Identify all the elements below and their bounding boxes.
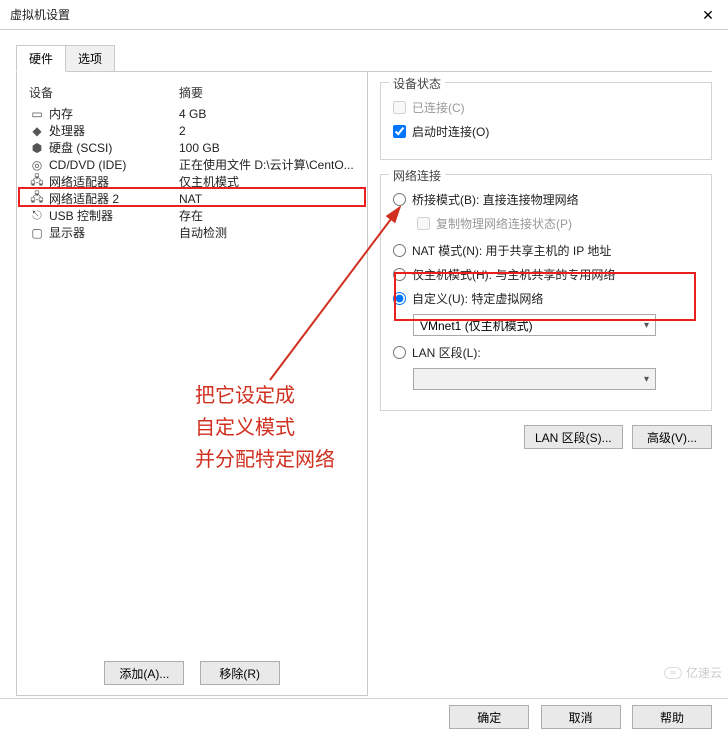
annotation-line1: 把它设定成 [195, 380, 335, 412]
device-row-memory[interactable]: ▭ 内存 4 GB [17, 105, 367, 122]
header-summary: 摘要 [179, 84, 367, 101]
device-name: 显示器 [49, 224, 179, 241]
display-icon: ▢ [29, 226, 45, 240]
device-name: 内存 [49, 105, 179, 122]
memory-icon: ▭ [29, 107, 45, 121]
device-row-net1[interactable]: 🖧 网络适配器 仅主机模式 [17, 173, 367, 190]
device-row-net2[interactable]: 🖧 网络适配器 2 NAT [17, 190, 367, 207]
tab-strip: 硬件选项 [0, 30, 728, 71]
custom-network-dropdown[interactable]: VMnet1 (仅主机模式) ▾ [413, 314, 656, 336]
add-button[interactable]: 添加(A)... [104, 661, 184, 685]
connected-checkbox [393, 101, 406, 114]
device-summary: 100 GB [179, 141, 367, 155]
dialog-footer: 确定 取消 帮助 [0, 698, 728, 737]
nat-label: NAT 模式(N): 用于共享主机的 IP 地址 [412, 242, 611, 259]
close-icon[interactable]: ✕ [688, 0, 728, 30]
custom-network-value: VMnet1 (仅主机模式) [420, 317, 533, 334]
replicate-checkbox-row: 复制物理网络连接状态(P) [417, 215, 699, 232]
connected-checkbox-row[interactable]: 已连接(C) [393, 99, 699, 116]
poweron-label: 启动时连接(O) [412, 123, 489, 140]
content-area: 设备 摘要 ▭ 内存 4 GB ◆ 处理器 2 ⬢ 硬盘 (SCSI) 100 … [0, 72, 728, 696]
device-summary: 2 [179, 124, 367, 138]
poweron-checkbox[interactable] [393, 125, 406, 138]
device-summary: 自动检测 [179, 224, 367, 241]
window-title: 虚拟机设置 [10, 6, 70, 23]
advanced-button[interactable]: 高级(V)... [632, 425, 712, 449]
device-summary: 正在使用文件 D:\云计算\CentO... [179, 156, 367, 173]
title-bar: 虚拟机设置 ✕ [0, 0, 728, 30]
device-status-group: 设备状态 已连接(C) 启动时连接(O) [380, 82, 712, 160]
replicate-label: 复制物理网络连接状态(P) [436, 215, 572, 232]
annotation-text: 把它设定成 自定义模式 并分配特定网络 [195, 380, 335, 476]
device-name: 网络适配器 [49, 173, 179, 190]
bridged-radio-row[interactable]: 桥接模式(B): 直接连接物理网络 [393, 191, 699, 208]
device-header-row: 设备 摘要 [17, 82, 367, 105]
device-summary: NAT [179, 192, 367, 206]
bridged-radio[interactable] [393, 193, 406, 206]
watermark: ∞ 亿速云 [664, 664, 722, 681]
cpu-icon: ◆ [29, 124, 45, 138]
nat-radio-row[interactable]: NAT 模式(N): 用于共享主机的 IP 地址 [393, 242, 699, 259]
poweron-checkbox-row[interactable]: 启动时连接(O) [393, 123, 699, 140]
tab-options[interactable]: 选项 [66, 45, 115, 72]
device-row-disk[interactable]: ⬢ 硬盘 (SCSI) 100 GB [17, 139, 367, 156]
replicate-checkbox [417, 217, 430, 230]
custom-radio[interactable] [393, 292, 406, 305]
device-summary: 仅主机模式 [179, 173, 367, 190]
disk-icon: ⬢ [29, 141, 45, 155]
hostonly-radio[interactable] [393, 268, 406, 281]
hostonly-label: 仅主机模式(H): 与主机共享的专用网络 [412, 266, 615, 283]
lan-segments-button[interactable]: LAN 区段(S)... [524, 425, 623, 449]
remove-button[interactable]: 移除(R) [200, 661, 280, 685]
chevron-down-icon: ▾ [644, 320, 649, 331]
device-status-title: 设备状态 [389, 75, 445, 92]
network-buttons-row: LAN 区段(S)... 高级(V)... [380, 425, 712, 449]
device-row-usb[interactable]: ⎋ USB 控制器 存在 [17, 207, 367, 224]
help-button[interactable]: 帮助 [632, 705, 712, 729]
device-row-cpu[interactable]: ◆ 处理器 2 [17, 122, 367, 139]
device-name: USB 控制器 [49, 207, 179, 224]
device-summary: 存在 [179, 207, 367, 224]
nat-radio[interactable] [393, 244, 406, 257]
custom-label: 自定义(U): 特定虚拟网络 [412, 290, 543, 307]
watermark-text: 亿速云 [686, 664, 722, 681]
ok-button[interactable]: 确定 [449, 705, 529, 729]
tab-hardware[interactable]: 硬件 [16, 45, 66, 72]
annotation-line3: 并分配特定网络 [195, 444, 335, 476]
bridged-label: 桥接模式(B): 直接连接物理网络 [412, 191, 579, 208]
lan-dropdown: ▾ [413, 368, 656, 390]
device-buttons-row: 添加(A)... 移除(R) [17, 661, 367, 685]
device-row-cd[interactable]: ◎ CD/DVD (IDE) 正在使用文件 D:\云计算\CentO... [17, 156, 367, 173]
network-group: 网络连接 桥接模式(B): 直接连接物理网络 复制物理网络连接状态(P) NAT… [380, 174, 712, 411]
settings-panel: 设备状态 已连接(C) 启动时连接(O) 网络连接 桥接模式(B): 直接连接物… [380, 72, 712, 696]
lan-radio[interactable] [393, 346, 406, 359]
network-title: 网络连接 [389, 167, 445, 184]
hostonly-radio-row[interactable]: 仅主机模式(H): 与主机共享的专用网络 [393, 266, 699, 283]
connected-label: 已连接(C) [412, 99, 465, 116]
custom-radio-row[interactable]: 自定义(U): 特定虚拟网络 [393, 290, 699, 307]
device-name: 硬盘 (SCSI) [49, 139, 179, 156]
annotation-line2: 自定义模式 [195, 412, 335, 444]
device-summary: 4 GB [179, 107, 367, 121]
usb-icon: ⎋ [29, 208, 45, 223]
device-row-display[interactable]: ▢ 显示器 自动检测 [17, 224, 367, 241]
watermark-logo-icon: ∞ [664, 667, 682, 679]
cd-icon: ◎ [29, 158, 45, 172]
device-name: 网络适配器 2 [49, 190, 179, 207]
cancel-button[interactable]: 取消 [541, 705, 621, 729]
lan-label: LAN 区段(L): [412, 344, 481, 361]
lan-radio-row[interactable]: LAN 区段(L): [393, 344, 699, 361]
network-icon: 🖧 [29, 188, 45, 209]
chevron-down-icon: ▾ [644, 374, 649, 385]
device-name: 处理器 [49, 122, 179, 139]
header-device: 设备 [29, 84, 179, 101]
device-name: CD/DVD (IDE) [49, 158, 179, 172]
